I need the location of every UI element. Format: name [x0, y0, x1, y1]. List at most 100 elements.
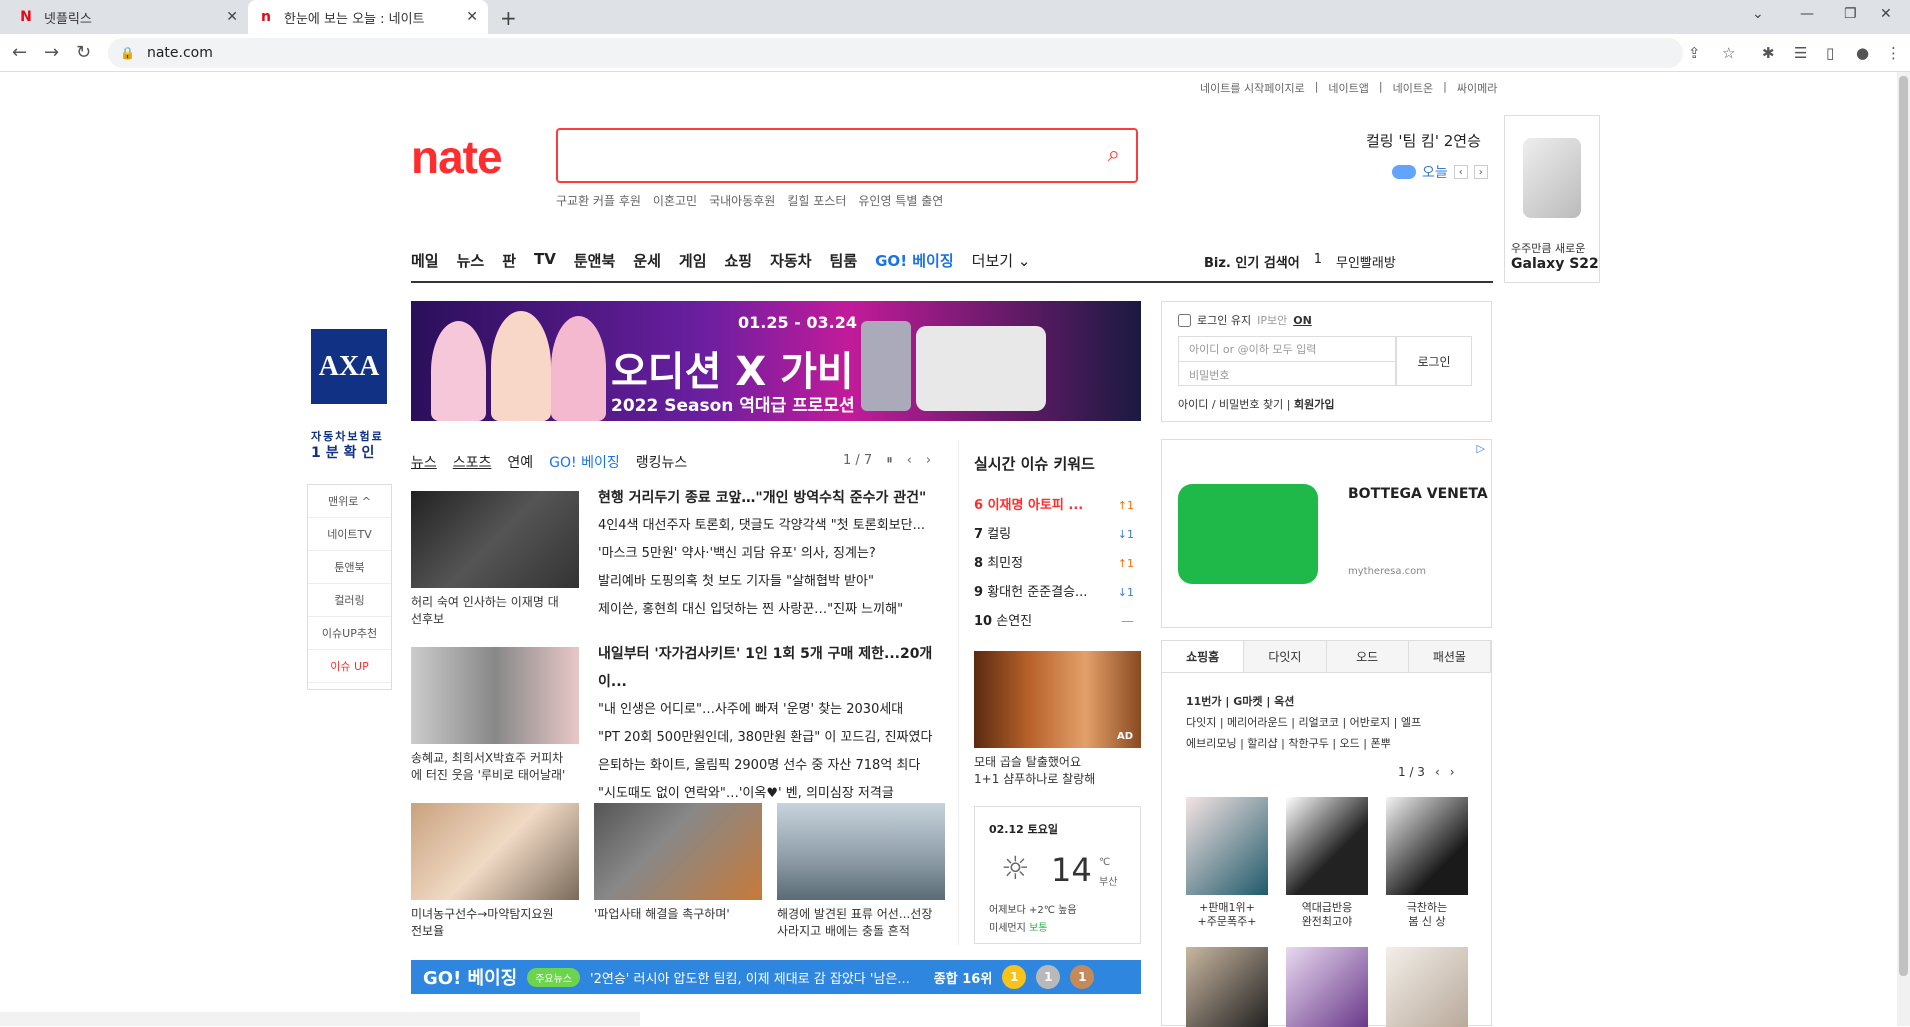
side-item[interactable]: 네이트TV — [308, 518, 391, 551]
nav-game[interactable]: 게임 — [679, 250, 707, 281]
tab-news[interactable]: 뉴스 — [411, 452, 437, 472]
shop-links-row[interactable]: 에브리모닝 | 할리샵 | 착한구두 | 오드 | 폰뿌 — [1186, 733, 1421, 754]
forward-icon[interactable]: → — [44, 42, 59, 63]
close-icon[interactable]: ✕ — [226, 9, 238, 25]
suggestion-link[interactable]: 이혼고민 — [653, 192, 697, 209]
news-thumb[interactable] — [411, 647, 579, 744]
nav-news[interactable]: 뉴스 — [457, 250, 485, 281]
nav-fortune[interactable]: 운세 — [633, 250, 661, 281]
pause-icon[interactable]: ⏸ — [886, 453, 893, 468]
tab-go-beijing[interactable]: GO! 베이징 — [549, 452, 620, 472]
ad-choices-icon[interactable]: ▷ — [1477, 442, 1485, 455]
nav-shopping[interactable]: 쇼핑 — [725, 250, 753, 281]
news-thumb[interactable] — [411, 491, 579, 588]
nate-logo[interactable]: nate — [411, 130, 503, 184]
news-caption[interactable]: 송혜교, 최희서X박효주 커피차 에 터진 웃음 '루비로 태어날래' — [411, 750, 586, 784]
side-item[interactable]: 이슈UP추천 — [308, 617, 391, 650]
next-icon[interactable]: › — [926, 453, 931, 468]
news-item[interactable]: 발리예바 도핑의혹 첫 보도 기자들 "살해협박 받아" — [598, 568, 948, 596]
nav-go-beijing[interactable]: GO! 베이징 — [875, 250, 954, 281]
news-caption[interactable]: '파업사태 해결을 촉구하며' — [594, 906, 764, 923]
keyword-row[interactable]: 10 손연진 — — [974, 607, 1134, 636]
url-input[interactable]: 🔒 nate.com — [108, 38, 1683, 68]
keyword-row[interactable]: 8 최민정 ↑1 — [974, 549, 1134, 578]
nav-toon[interactable]: 툰앤북 — [574, 250, 615, 281]
product-image[interactable] — [1386, 797, 1468, 895]
next-icon[interactable]: › — [1450, 765, 1455, 779]
news-thumb[interactable] — [594, 803, 762, 900]
prev-icon[interactable]: ‹ — [1453, 165, 1468, 179]
nav-tv[interactable]: TV — [534, 250, 556, 281]
weather-widget[interactable]: 02.12 토요일 ☼ 14 ℃ 부산 어제보다 +2℃ 높음 미세먼지 보통 — [974, 806, 1141, 944]
tab-fashion[interactable]: 패션몰 — [1408, 641, 1491, 672]
reload-icon[interactable]: ↻ — [76, 42, 91, 63]
news-item[interactable]: "내 인생은 어디로"…사주에 빠져 '운명' 찾는 2030세대 — [598, 696, 948, 724]
shop-links-row[interactable]: 다잇지 | 메리어라운드 | 리얼코코 | 어반로지 | 엘프 — [1186, 712, 1421, 733]
news-caption[interactable]: 허리 숙여 인사하는 이재명 대 선후보 — [411, 594, 581, 628]
nav-teamroom[interactable]: 팀룸 — [830, 250, 858, 281]
back-icon[interactable]: ← — [12, 42, 27, 63]
tab-ent[interactable]: 연예 — [507, 452, 533, 472]
nav-mail[interactable]: 메일 — [411, 250, 439, 281]
close-icon[interactable]: ✕ — [466, 9, 478, 25]
close-window-icon[interactable]: ✕ — [1880, 6, 1892, 22]
product-image[interactable] — [1186, 947, 1268, 1027]
suggestion-link[interactable]: 국내아동후원 — [709, 192, 775, 209]
side-panel-icon[interactable]: ▯ — [1826, 44, 1834, 62]
nav-pann[interactable]: 판 — [502, 250, 516, 281]
prev-icon[interactable]: ‹ — [1435, 765, 1440, 779]
audition-banner[interactable]: 01.25 - 03.24 오디션 X 가비 2022 Season 역대급 프… — [411, 301, 1141, 421]
suggestion-link[interactable]: 구교환 커플 후원 — [556, 192, 641, 209]
shop-links-row[interactable]: 11번가 | G마켓 | 옥션 — [1186, 691, 1421, 712]
link-nateapp[interactable]: 네이트앱 — [1328, 80, 1368, 96]
news-headline[interactable]: 현행 거리두기 종료 코앞…"개인 방역수칙 준수가 관건" — [598, 484, 948, 512]
join-link[interactable]: 회원가입 — [1294, 398, 1334, 411]
go-headline[interactable]: '2연승' 러시아 압도한 팀킴, 이제 제대로 감 잡았다 '남은... — [590, 968, 910, 987]
scrollbar[interactable] — [1897, 72, 1910, 1026]
bottega-ad[interactable]: ▷ BOTTEGA VENETA mytheresa.com — [1161, 439, 1492, 628]
product-caption[interactable]: 극찬하는 봄 신 상 — [1386, 901, 1468, 929]
tab-nate[interactable]: n 한눈에 보는 오늘 : 네이트 ✕ — [248, 0, 488, 34]
link-nateon[interactable]: 네이트온 — [1393, 80, 1433, 96]
search-icon[interactable]: ⌕ — [1108, 142, 1120, 167]
tab-shop-home[interactable]: 쇼핑홈 — [1162, 641, 1245, 672]
news-item[interactable]: '마스크 5만원' 약사·'백신 괴담 유포' 의사, 징계는? — [598, 540, 948, 568]
tab-ode[interactable]: 오드 — [1326, 641, 1409, 672]
shampoo-ad[interactable]: AD — [974, 651, 1141, 748]
profile-icon[interactable]: ● — [1856, 44, 1869, 62]
news-headline[interactable]: 내일부터 '자가검사키트' 1인 1회 5개 구매 제한...20개이... — [598, 640, 948, 696]
side-item[interactable]: 툰앤북 — [308, 551, 391, 584]
login-button[interactable]: 로그인 — [1396, 336, 1472, 386]
keep-login-checkbox[interactable] — [1178, 313, 1191, 327]
shampoo-ad-caption[interactable]: 모태 곱슬 탈출했어요 1+1 샴푸하나로 찰랑해 — [974, 754, 1141, 788]
menu-icon[interactable]: ⋮ — [1886, 44, 1901, 62]
side-item[interactable]: 컬러링 — [308, 584, 391, 617]
suggestion-link[interactable]: 유인영 특별 출연 — [858, 192, 943, 209]
side-top-button[interactable]: 맨위로 ^ — [308, 485, 391, 518]
search-input[interactable] — [568, 140, 1068, 170]
id-input[interactable]: 아이디 or @이하 모두 입력 — [1179, 337, 1395, 362]
product-image[interactable] — [1286, 797, 1368, 895]
product-image[interactable] — [1386, 947, 1468, 1027]
link-cymera[interactable]: 싸이메라 — [1457, 80, 1497, 96]
restore-icon[interactable]: ❐ — [1844, 6, 1857, 22]
news-caption[interactable]: 해경에 발견된 표류 어선...선장 사라지고 배에는 충돌 흔적 — [777, 906, 952, 940]
product-caption[interactable]: +판매1위+ +주문폭주+ — [1186, 901, 1268, 929]
tab-netflix[interactable]: N 넷플릭스 ✕ — [8, 0, 248, 34]
ip-security-toggle[interactable]: ON — [1293, 314, 1312, 327]
minimize-icon[interactable]: — — [1800, 6, 1814, 22]
galaxy-ad[interactable]: 우주만큼 새로운 Galaxy S22 — [1504, 115, 1600, 283]
tab-ranking[interactable]: 랭킹뉴스 — [636, 452, 688, 472]
product-caption[interactable]: 역대급반응 완전최고야 — [1286, 901, 1368, 929]
next-icon[interactable]: › — [1473, 165, 1488, 179]
extensions-icon[interactable]: ✱ — [1762, 44, 1775, 62]
go-beijing-bar[interactable]: GO! 베이징 주요뉴스 '2연승' 러시아 압도한 팀킴, 이제 제대로 감 … — [411, 960, 1141, 994]
nav-more[interactable]: 더보기 ⌄ — [972, 250, 1031, 281]
today-toggle[interactable]: 오늘 ‹ › — [1392, 162, 1488, 182]
axa-logo[interactable]: AXA — [311, 329, 387, 404]
product-image[interactable] — [1286, 947, 1368, 1027]
news-item[interactable]: "PT 20회 500만원인데, 380만원 환급" 이 꼬드김, 진짜였다 — [598, 724, 948, 752]
keyword-row[interactable]: 7 컬링 ↓1 — [974, 520, 1134, 549]
password-input[interactable]: 비밀번호 — [1179, 362, 1395, 387]
news-thumb[interactable] — [777, 803, 945, 900]
